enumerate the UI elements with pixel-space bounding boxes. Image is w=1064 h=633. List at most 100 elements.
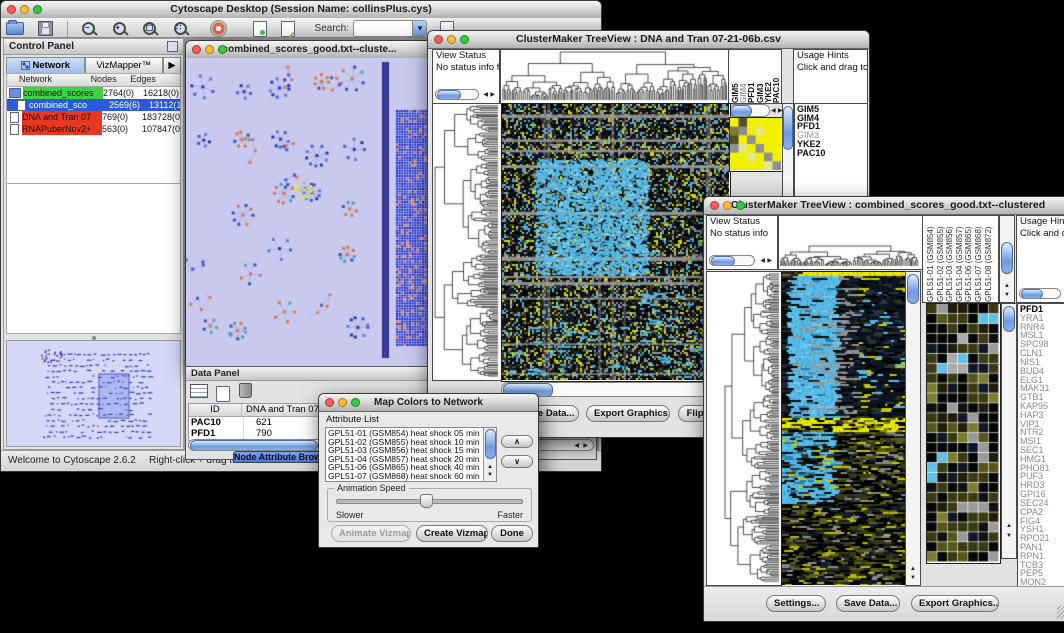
zoom-column-label: GPL51-03 (GSM856) [945,216,955,302]
gene-label: PAN1 [1020,543,1064,552]
gene-label: PFD1 [1020,305,1064,314]
attribute-list-item[interactable]: GPL51-02 (GSM855) heat shock 10 min [328,438,494,447]
attribute-list-item[interactable]: GPL51-04 (GSM857) heat shock 20 min [328,455,494,464]
tab-network[interactable]: Network [6,57,85,74]
network-name: combined_scores [23,87,103,99]
select-attributes-icon[interactable] [190,384,208,398]
gene-label: NTR2 [1020,428,1064,437]
zoom-fit-icon[interactable]: ▢ [142,21,158,37]
tv2-save-data-button[interactable]: Save Data... [836,595,900,612]
zoom-button[interactable] [351,398,360,407]
minimize-button[interactable] [338,398,347,407]
dialog-title-bar[interactable]: Map Colors to Network [319,394,538,412]
tv2-row-dendrogram[interactable] [706,271,783,586]
zoom-column-label: YKE2 [764,50,772,103]
annotation-icon[interactable] [281,21,295,37]
animate-vizmap-button[interactable]: Animate Vizmap [331,525,411,542]
zoom-out-icon[interactable]: − [81,21,97,37]
tv2-export-graphics-button[interactable]: Export Graphics... [911,595,999,612]
tv1-zoom-hscrollbar[interactable] [728,104,770,117]
speed-slider-thumb[interactable] [420,494,433,508]
tab-overflow-arrow[interactable]: ▶ [163,57,181,74]
network-table-row[interactable]: RNAPuberNov2+ 563(0) 107847(0) [7,123,180,135]
attribute-list-vscrollbar[interactable]: ▲▼ [483,428,496,481]
slower-label: Slower [336,510,364,520]
status-message: Welcome to Cytoscape 2.6.2 [8,451,136,470]
create-vizmap-button[interactable]: Create Vizmap [416,525,488,542]
network-view-icon[interactable] [253,21,267,37]
move-attribute-up-button[interactable]: ∧ [501,435,533,448]
treeview2-title-bar[interactable]: ClusterMaker TreeView : combined_scores_… [704,197,1064,215]
network-table-header: Network Nodes Edges [7,74,180,87]
tv1-heatmap[interactable] [501,103,731,382]
zoom-column-label: GPL51-01 (GSM854) [926,216,936,302]
close-button[interactable] [192,45,201,54]
attribute-list-label: Attribute List [326,414,379,425]
minimize-button[interactable] [205,45,214,54]
tv1-zoom-heatmap[interactable] [729,117,783,172]
tv2-zoom-heatmap[interactable] [926,303,1001,564]
tv1-row-dendrogram[interactable] [432,103,502,381]
tv2-status-hscrollbar[interactable] [709,255,755,266]
tv2-labels-vscrollbar[interactable]: ▲▼ [999,215,1015,303]
close-button[interactable] [710,201,719,210]
minimize-button[interactable] [447,35,456,44]
delete-attribute-icon[interactable] [239,383,252,398]
help-icon[interactable] [210,20,227,37]
network-view-title-bar[interactable]: combined_scores_good.txt--cluste... [186,41,433,59]
network-graph-canvas[interactable] [186,58,431,364]
zoom-button[interactable] [460,35,469,44]
network-nodes-count: 2569(6) [109,100,149,110]
gene-label: SEC24 [1020,499,1064,508]
create-attribute-icon[interactable] [216,386,230,402]
main-title-bar[interactable]: Cytoscape Desktop (Session Name: collins… [1,1,601,19]
tv2-heatmap[interactable] [781,271,907,587]
zoom-column-label: GIM5 [731,50,739,103]
close-button[interactable] [434,35,443,44]
id-column-header[interactable]: ID [189,404,242,416]
attribute-list-item[interactable]: GPL51-03 (GSM856) heat shock 15 min [328,446,494,455]
open-session-icon[interactable] [6,22,24,35]
zoom-in-icon[interactable]: + [112,21,128,37]
done-button[interactable]: Done [491,525,533,542]
minimize-button[interactable] [723,201,732,210]
attribute-list[interactable]: GPL51-01 (GSM854) heat shock 05 minGPL51… [325,427,497,482]
zoom-button[interactable] [33,5,42,14]
tv2-zoom-vscrollbar[interactable]: ▲▼ [1001,303,1017,559]
minimize-button[interactable] [20,5,29,14]
tv1-export-graphics-button[interactable]: Export Graphics... [586,405,670,422]
zoom-selected-icon[interactable]: ∷ [173,21,189,37]
search-input[interactable] [353,20,427,37]
attribute-list-item[interactable]: GPL51-07 (GSM868) heat shock 60 min [328,472,494,481]
tv1-status-hscrollbar[interactable] [435,89,479,100]
network-table-row[interactable]: combined_sco 2569(6) 13112(15) [7,99,180,111]
birdseye-canvas[interactable] [7,341,181,444]
birdseye-overview[interactable] [6,340,181,447]
treeview1-title-bar[interactable]: ClusterMaker TreeView : DNA and Tran 07-… [428,31,869,49]
tv2-column-dendrogram[interactable] [778,215,923,270]
tv1-column-dendrogram[interactable] [500,49,731,104]
tv2-usage-hscrollbar[interactable] [1019,288,1061,299]
tab-vizmapper[interactable]: VizMapper™ [85,57,164,74]
network-table-rows: combined_scores 2764(0) 16218(0) combine… [7,87,180,135]
gene-label: GPI16 [1020,490,1064,499]
close-button[interactable] [325,398,334,407]
tv2-settings-button[interactable]: Settings... [766,595,826,612]
float-panel-icon[interactable] [167,41,178,52]
attribute-list-item[interactable]: GPL51-06 (GSM865) heat shock 40 min [328,463,494,472]
close-button[interactable] [7,5,16,14]
gene-label: HMG1 [1020,455,1064,464]
resize-grip[interactable] [1057,606,1064,619]
zoom-button[interactable] [736,201,745,210]
save-session-icon[interactable] [38,21,53,36]
gene-label: SPC98 [1020,340,1064,349]
attribute-list-item[interactable]: GPL51-01 (GSM854) heat shock 05 min [328,429,494,438]
zoom-button[interactable] [218,45,227,54]
tv2-main-vscrollbar[interactable]: ▲▼ [905,271,921,586]
dialog-title: Map Colors to Network [374,397,483,408]
move-attribute-down-button[interactable]: ∨ [501,455,533,468]
network-table-row[interactable]: combined_scores 2764(0) 16218(0) [7,87,180,99]
gene-label: PUF3 [1020,472,1064,481]
network-table-row[interactable]: DNA and Tran 07 769(0) 183728(0) [7,111,180,123]
network-name: combined_sco [29,99,109,111]
